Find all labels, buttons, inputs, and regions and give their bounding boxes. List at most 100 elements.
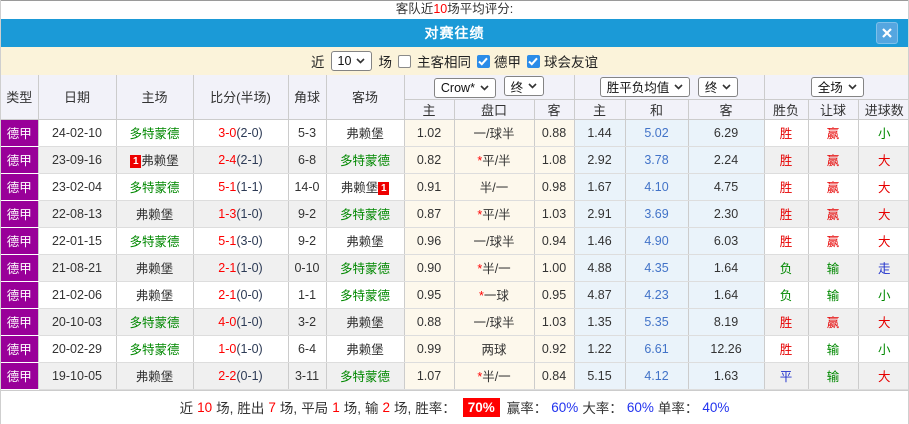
away-team-name[interactable]: 多特蒙德 bbox=[340, 289, 390, 303]
results-table: 类型 日期 主场 比分(半场) 角球 客场 Crow* 终 胜平负均值 终 全场 bbox=[1, 75, 908, 390]
date-cell: 22-08-13 bbox=[38, 200, 117, 228]
home-team-name[interactable]: 多特蒙德 bbox=[129, 316, 179, 330]
away-team-name[interactable]: 弗赖堡 bbox=[346, 235, 384, 249]
dialog-titlebar: 对赛往绩 bbox=[1, 19, 908, 47]
date-cell: 23-02-04 bbox=[38, 173, 117, 201]
result-cell: 负 bbox=[764, 281, 809, 309]
wdl-draw-odds: 5.35 bbox=[625, 308, 689, 336]
friendly-checkbox[interactable] bbox=[526, 54, 540, 68]
wdl-home-odds: 4.88 bbox=[574, 254, 626, 282]
handicap-cell: 一/球半 bbox=[454, 308, 535, 336]
away-team-cell: 多特蒙德 bbox=[326, 362, 405, 390]
table-row: 德甲 23-09-16 1 弗赖堡 2-4(2-1) 6-8 多特蒙德 0.82 … bbox=[1, 146, 908, 174]
home-team-name[interactable]: 弗赖堡 bbox=[136, 208, 174, 222]
odds-final-value: 终 bbox=[510, 80, 524, 95]
table-row: 德甲 24-02-10 多特蒙德 3-0(2-0) 5-3 弗赖堡 1.02 一… bbox=[1, 119, 908, 147]
chevron-down-icon bbox=[480, 84, 489, 91]
wdl-away-odds: 6.03 bbox=[688, 227, 765, 255]
wdl-avg-select[interactable]: 胜平负均值 bbox=[599, 76, 691, 97]
handicap-home-odds: 0.95 bbox=[404, 281, 455, 309]
summary-draw-label: 平局 bbox=[301, 401, 329, 416]
handicap-value: 一/球半 bbox=[473, 235, 515, 249]
league-badge-cell: 德甲 bbox=[1, 254, 39, 282]
home-team-cell: 弗赖堡 bbox=[116, 200, 194, 228]
handicap-cell: *平/半 bbox=[454, 146, 535, 174]
red-card-badge: 1 bbox=[130, 155, 142, 168]
away-team-name[interactable]: 弗赖堡 bbox=[346, 127, 384, 141]
home-team-cell: 1 弗赖堡 bbox=[116, 146, 194, 174]
league-badge-cell: 德甲 bbox=[1, 308, 39, 336]
near-label: 近 bbox=[311, 55, 325, 70]
match-count-select[interactable]: 10 bbox=[330, 51, 373, 71]
result-cell: 胜 bbox=[764, 200, 809, 228]
away-team-name[interactable]: 弗赖堡 bbox=[341, 181, 379, 195]
same-venue-checkbox[interactable] bbox=[397, 54, 411, 68]
league-badge-cell: 德甲 bbox=[1, 119, 39, 147]
scope-select[interactable]: 全场 bbox=[810, 76, 864, 97]
handicap-home-odds: 0.90 bbox=[404, 254, 455, 282]
result-cell: 胜 bbox=[764, 119, 809, 147]
home-team-name[interactable]: 多特蒙德 bbox=[129, 127, 179, 141]
table-row: 德甲 20-10-03 多特蒙德 4-0(1-0) 3-2 弗赖堡 0.88 一… bbox=[1, 308, 908, 336]
close-button[interactable] bbox=[876, 22, 898, 44]
home-team-cell: 弗赖堡 bbox=[116, 254, 194, 282]
score-cell: 1-0(1-0) bbox=[193, 335, 289, 363]
away-team-cell: 弗赖堡 bbox=[326, 227, 405, 255]
wdl-away-odds: 1.64 bbox=[688, 254, 765, 282]
filter-bar: 近 10 场 主客相同 德甲 球会友谊 bbox=[1, 47, 908, 75]
header-goals: 进球数 bbox=[858, 99, 908, 120]
fulltime-score: 2-2 bbox=[218, 368, 237, 383]
home-team-name[interactable]: 弗赖堡 bbox=[141, 154, 179, 168]
check-icon bbox=[528, 57, 539, 66]
away-team-name[interactable]: 弗赖堡 bbox=[346, 316, 384, 330]
summary-odd-label: 单率： bbox=[657, 401, 699, 416]
home-team-cell: 多特蒙德 bbox=[116, 173, 194, 201]
header-handicap-home: 主 bbox=[404, 99, 455, 120]
friendly-label: 球会友谊 bbox=[543, 55, 598, 70]
table-row: 德甲 22-01-15 多特蒙德 5-1(3-0) 9-2 弗赖堡 0.96 一… bbox=[1, 227, 908, 255]
summary-wins: 7 bbox=[268, 399, 276, 415]
score-cell: 2-2(0-1) bbox=[193, 362, 289, 390]
corner-cell: 6-8 bbox=[288, 146, 327, 174]
goals-result-cell: 大 bbox=[858, 173, 908, 201]
away-team-name[interactable]: 弗赖堡 bbox=[346, 343, 384, 357]
summary-g3: 场, bbox=[343, 401, 361, 416]
corner-cell: 0-10 bbox=[288, 254, 327, 282]
handicap-cell: *半/一 bbox=[454, 254, 535, 282]
home-team-name[interactable]: 多特蒙德 bbox=[129, 343, 179, 357]
league-checkbox[interactable] bbox=[476, 54, 490, 68]
date-cell: 22-01-15 bbox=[38, 227, 117, 255]
result-cell: 负 bbox=[764, 254, 809, 282]
wdl-home-odds: 5.15 bbox=[574, 362, 626, 390]
home-team-name[interactable]: 弗赖堡 bbox=[136, 370, 174, 384]
home-team-name[interactable]: 弗赖堡 bbox=[136, 289, 174, 303]
odds-final-select[interactable]: 终 bbox=[503, 76, 545, 96]
wdl-draw-odds: 3.78 bbox=[625, 146, 689, 174]
handicap-result-cell: 输 bbox=[808, 254, 859, 282]
wdl-final-select[interactable]: 终 bbox=[697, 76, 739, 97]
away-team-name[interactable]: 多特蒙德 bbox=[340, 370, 390, 384]
away-team-name[interactable]: 多特蒙德 bbox=[340, 262, 390, 276]
away-team-cell: 弗赖堡 bbox=[326, 308, 405, 336]
match-count-value: 10 bbox=[337, 54, 352, 68]
home-team-cell: 多特蒙德 bbox=[116, 227, 194, 255]
halftime-score: (3-0) bbox=[236, 233, 263, 248]
header-handicap-away: 客 bbox=[534, 99, 575, 120]
header-draw: 和 bbox=[625, 99, 689, 120]
handicap-away-odds: 0.95 bbox=[534, 281, 575, 309]
home-team-cell: 弗赖堡 bbox=[116, 362, 194, 390]
away-team-name[interactable]: 多特蒙德 bbox=[340, 208, 390, 222]
home-team-name[interactable]: 弗赖堡 bbox=[136, 262, 174, 276]
odds-source-select[interactable]: Crow* bbox=[433, 77, 496, 98]
home-team-name[interactable]: 多特蒙德 bbox=[129, 181, 179, 195]
handicap-home-odds: 0.88 bbox=[404, 308, 455, 336]
home-team-cell: 多特蒙德 bbox=[116, 308, 194, 336]
goals-result-cell: 大 bbox=[858, 308, 908, 336]
table-row: 德甲 20-02-29 多特蒙德 1-0(1-0) 6-4 弗赖堡 0.99 两… bbox=[1, 335, 908, 363]
goals-result-cell: 大 bbox=[858, 146, 908, 174]
league-badge-cell: 德甲 bbox=[1, 146, 39, 174]
away-team-name[interactable]: 多特蒙德 bbox=[340, 154, 390, 168]
summary-draws: 1 bbox=[332, 399, 340, 415]
date-cell: 21-08-21 bbox=[38, 254, 117, 282]
home-team-name[interactable]: 多特蒙德 bbox=[129, 235, 179, 249]
